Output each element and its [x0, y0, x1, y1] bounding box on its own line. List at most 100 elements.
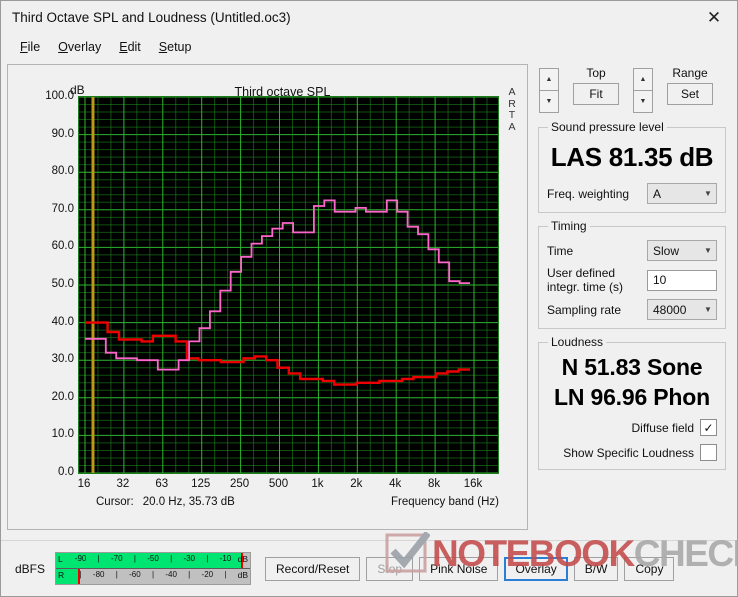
top-spinner-up-icon[interactable]: ▲: [539, 68, 559, 90]
spl-group-title: Sound pressure level: [551, 120, 664, 134]
bottom-toolbar: dBFS L dB -90 | -70 | -50 | -30 | -10 R dB | -80 |…: [1, 540, 737, 596]
menu-file-rest: ile: [27, 39, 41, 54]
meter-tick-label: -30: [183, 554, 195, 563]
copy-button[interactable]: Copy: [624, 556, 675, 581]
dbfs-label: dBFS: [15, 561, 46, 576]
top-spinner[interactable]: ▲ ▼: [539, 68, 559, 113]
meter-tick-label: -90: [74, 554, 87, 563]
loudness-group-title: Loudness: [551, 335, 604, 349]
range-spinner[interactable]: ▲ ▼: [633, 68, 653, 113]
window-title: Third Octave SPL and Loudness (Untitled.…: [12, 10, 291, 25]
y-axis-tick-label: 80.0: [51, 165, 74, 178]
meter-channel-right: R: [58, 570, 65, 580]
arta-letter-a1: A: [508, 86, 516, 98]
meter-tick-label: -10: [219, 554, 232, 563]
freq-weighting-label: Freq. weighting: [547, 186, 630, 201]
menu-setup-rest: etup: [167, 39, 192, 54]
x-axis-tick-label: 8k: [428, 478, 441, 490]
diffuse-field-label: Diffuse field: [631, 420, 694, 435]
close-icon[interactable]: ✕: [691, 1, 737, 34]
meter-row-left: L dB -90 | -70 | -50 | -30 | -10: [56, 553, 251, 569]
app-window: Third Octave SPL and Loudness (Untitled.…: [0, 0, 738, 597]
bw-button[interactable]: B/W: [573, 556, 619, 581]
top-control: Top Fit: [559, 66, 633, 105]
diffuse-field-row[interactable]: Diffuse field ✓: [547, 419, 717, 436]
stop-button[interactable]: Stop: [366, 556, 414, 581]
menu-edit-mnemonic: E: [119, 39, 128, 54]
x-axis-tick-label: 500: [268, 478, 289, 490]
menu-item-file[interactable]: File: [11, 38, 49, 56]
y-axis-tick-label: 20.0: [51, 390, 74, 403]
meter-tick-label: |: [188, 570, 191, 579]
top-spin-group: ▲ ▼ Top Fit: [539, 66, 633, 113]
y-axis-tick-label: 10.0: [51, 428, 74, 441]
diffuse-field-checkbox[interactable]: ✓: [700, 419, 717, 436]
y-axis-tick-label: 90.0: [51, 127, 74, 140]
loudness-sone-readout: N 51.83 Sone: [561, 354, 703, 380]
y-axis-tick-label: 40.0: [51, 315, 74, 328]
x-axis-tick-label: 125: [191, 478, 211, 490]
x-axis-tick-label: 16: [77, 478, 91, 490]
chevron-down-icon: ▼: [704, 246, 712, 255]
range-spinner-down-icon[interactable]: ▼: [633, 90, 653, 113]
control-column: ▲ ▼ Top Fit ▲ ▼ Range Set Sound pressure…: [528, 62, 731, 540]
graph-panel[interactable]: dB Third octave SPL A R T A 0.0 10.0 20.0 3…: [7, 64, 528, 530]
y-axis-tick-label: 100.0: [45, 90, 74, 102]
meter-unit-right: dB: [237, 570, 249, 580]
record-reset-button[interactable]: Record/Reset: [265, 556, 361, 581]
meter-tick-label: -20: [201, 570, 214, 579]
meter-tick-label: -50: [147, 554, 159, 563]
freq-weighting-select[interactable]: A ▼: [647, 183, 717, 204]
meter-tick-label: |: [79, 570, 82, 579]
range-set-button[interactable]: Set: [667, 83, 713, 105]
x-axis-labels: 16 32 63 125 250 500 1k 2k 4k 8k 16k: [78, 478, 499, 496]
transport-button-row: Record/Reset Stop Pink Noise Overlay B/W…: [265, 556, 675, 581]
overlay-button[interactable]: Overlay: [504, 556, 568, 581]
chart-plot-inner: [79, 97, 498, 473]
meter-tick-label: -40: [165, 570, 177, 579]
range-control: Range Set: [653, 66, 727, 105]
integration-time-row: User defined integr. time (s) 10: [547, 266, 717, 294]
sound-pressure-level-group: Sound pressure level LAS 81.35 dB Freq. …: [538, 120, 726, 213]
specific-loudness-row[interactable]: Show Specific Loudness: [547, 444, 717, 461]
sampling-rate-select[interactable]: 48000 ▼: [647, 299, 717, 320]
arta-letter-a2: A: [508, 120, 516, 133]
y-axis-tick-label: 30.0: [51, 353, 74, 366]
meter-channel-left: L: [58, 554, 63, 564]
main-content: dB Third octave SPL A R T A 0.0 10.0 20.0 3…: [1, 59, 737, 540]
x-axis-tick-label: 16k: [463, 478, 483, 490]
time-value: Slow: [653, 243, 680, 258]
time-select[interactable]: Slow ▼: [647, 240, 717, 261]
loudness-group: Loudness N 51.83 Sone LN 96.96 Phon Diff…: [538, 335, 726, 470]
top-label: Top: [586, 66, 606, 80]
menu-overlay-rest: verlay: [67, 39, 102, 54]
x-axis-tick-label: 4k: [389, 478, 402, 490]
y-axis-labels: 0.0 10.0 20.0 30.0 40.0 50.0 60.0 70.0 80.0 90.0 1…: [8, 89, 74, 478]
sampling-rate-label: Sampling rate: [547, 302, 622, 317]
top-spinner-down-icon[interactable]: ▼: [539, 90, 559, 113]
cursor-readout: Cursor: 20.0 Hz, 35.73 dB: [96, 496, 235, 508]
menu-overlay-mnemonic: O: [58, 39, 68, 54]
menu-setup-mnemonic: S: [158, 39, 168, 54]
top-fit-button[interactable]: Fit: [573, 83, 619, 105]
chevron-down-icon: ▼: [704, 189, 712, 198]
chart-plot-area[interactable]: [78, 96, 499, 474]
meter-tick-label: |: [97, 554, 100, 563]
sampling-rate-value: 48000: [653, 302, 687, 317]
integration-time-input[interactable]: 10: [647, 269, 717, 291]
menu-item-setup[interactable]: Setup: [150, 38, 201, 56]
menu-item-edit[interactable]: Edit: [110, 38, 150, 56]
menu-item-overlay[interactable]: Overlay: [49, 38, 110, 56]
range-spinner-up-icon[interactable]: ▲: [633, 68, 653, 90]
title-bar: Third Octave SPL and Loudness (Untitled.…: [1, 1, 737, 34]
specific-loudness-checkbox[interactable]: [700, 444, 717, 461]
loudness-phon-readout: LN 96.96 Phon: [554, 384, 710, 410]
chart-svg: [79, 97, 498, 473]
chevron-down-icon: ▼: [704, 305, 712, 314]
sampling-rate-row: Sampling rate 48000 ▼: [547, 299, 717, 320]
dbfs-level-meter[interactable]: L dB -90 | -70 | -50 | -30 | -10 R dB | -80 | -60 | -…: [55, 552, 252, 585]
pink-noise-button[interactable]: Pink Noise: [419, 556, 499, 581]
x-axis-tick-label: 63: [155, 478, 169, 490]
range-label: Range: [672, 66, 708, 80]
scale-controls-row: ▲ ▼ Top Fit ▲ ▼ Range Set: [536, 66, 728, 114]
